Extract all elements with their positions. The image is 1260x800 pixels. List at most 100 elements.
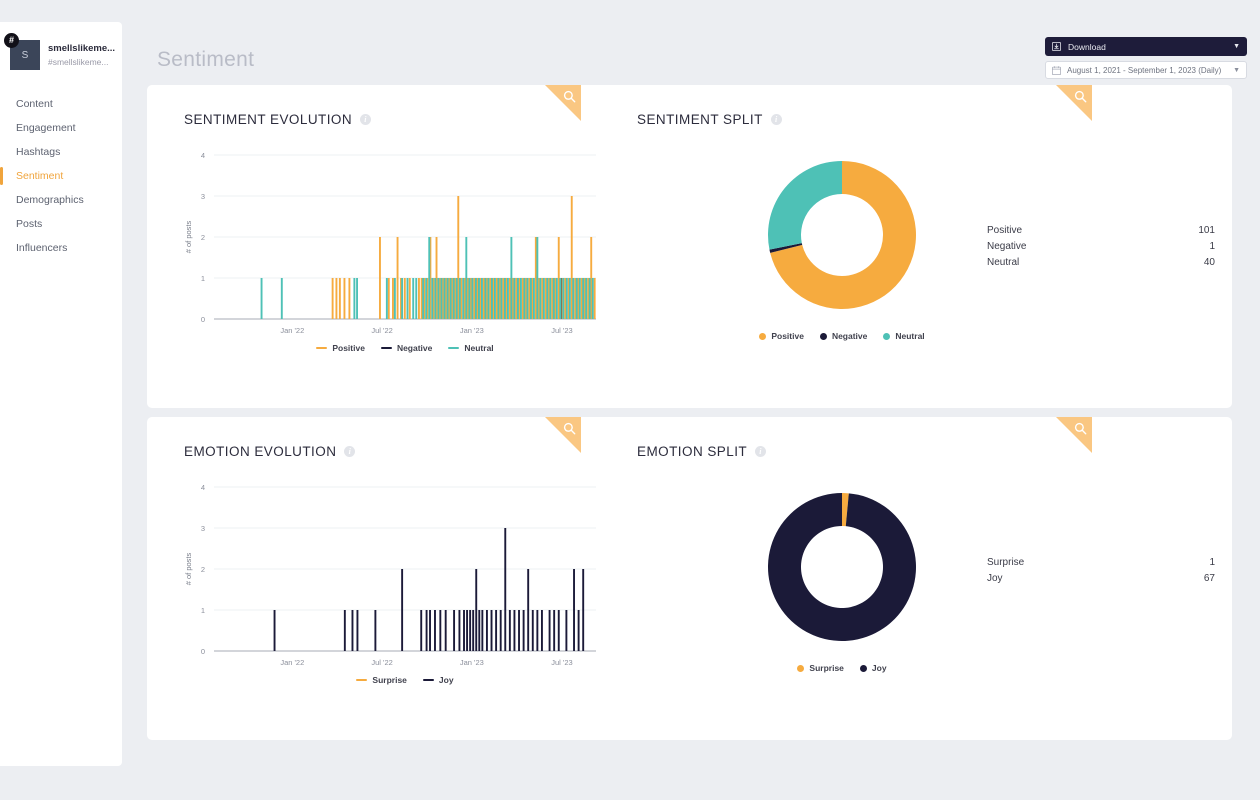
bar (526, 278, 529, 319)
chart-legend: Positive Negative Neutral (214, 343, 596, 353)
sidebar-item-engagement[interactable]: Engagement (0, 116, 122, 140)
search-icon[interactable] (1074, 422, 1087, 440)
chevron-down-icon[interactable]: ▼ (1233, 43, 1240, 50)
legend-item[interactable]: Joy (422, 675, 454, 685)
sidebar-item-demographics[interactable]: Demographics (0, 188, 122, 212)
y-axis-label: # of posts (184, 220, 193, 253)
bar (510, 237, 513, 319)
legend-item[interactable]: Positive (316, 343, 365, 353)
sidebar-nav: Content Engagement Hashtags Sentiment Demogr… (0, 92, 122, 260)
bar (548, 610, 551, 651)
sentiment-evolution-zoom-ribbon[interactable] (545, 85, 581, 121)
bar (549, 278, 552, 319)
y-tick-label: 2 (201, 233, 205, 242)
bar (474, 278, 477, 319)
emotion-split-zoom-ribbon[interactable] (1056, 417, 1092, 453)
legend-label: Neutral (464, 343, 494, 353)
sentiment-evolution-chart: 0 1 2 3 4 Jan '22 Jul '22 Jan '23 Jul '23 # of po… (184, 147, 604, 377)
app-root: # S smellslikeme... #smellslikeme... Con… (0, 0, 1260, 800)
legend-item[interactable]: Negative (819, 331, 867, 341)
download-button[interactable]: Download ▼ (1045, 37, 1247, 56)
sidebar-item-hashtags[interactable]: Hashtags (0, 140, 122, 164)
donut-slice[interactable] (768, 493, 916, 641)
info-icon[interactable]: i (344, 446, 356, 457)
hashtag-badge-icon: # (4, 33, 19, 48)
bar (559, 278, 562, 319)
bar (434, 278, 437, 319)
info-icon[interactable]: i (770, 114, 782, 125)
emotion-evolution-zoom-ribbon[interactable] (545, 417, 581, 453)
sidebar-item-label: Engagement (16, 122, 76, 134)
info-icon[interactable]: i (755, 446, 767, 457)
search-icon[interactable] (1074, 90, 1087, 108)
bar (420, 610, 423, 651)
y-tick-label: 1 (201, 274, 205, 283)
sentiment-split-zoom-ribbon[interactable] (1056, 85, 1092, 121)
bar (393, 278, 396, 319)
sidebar-item-posts[interactable]: Posts (0, 212, 122, 236)
emotion-evolution-chart: 0 1 2 3 4 Jan '22 Jul '22 Jan '23 Jul '23 # of po… (184, 479, 604, 709)
date-range-picker[interactable]: August 1, 2021 - September 1, 2023 (Dail… (1045, 61, 1247, 79)
bar (374, 610, 377, 651)
chevron-down-icon[interactable]: ▼ (1233, 67, 1240, 74)
bar (536, 237, 539, 319)
bar (591, 278, 594, 319)
bar (516, 278, 519, 319)
bar (425, 278, 428, 319)
stat-label: Negative (987, 241, 1027, 252)
stat-label: Neutral (987, 257, 1020, 268)
stat-value: 1 (1209, 557, 1215, 568)
bar (472, 610, 475, 651)
legend-item[interactable]: Neutral (448, 343, 494, 353)
sidebar-item-sentiment[interactable]: Sentiment (0, 164, 122, 188)
bar (513, 278, 516, 319)
bar (481, 278, 483, 319)
bar (565, 610, 568, 651)
donut-slice[interactable] (768, 161, 842, 250)
bar (444, 610, 447, 651)
legend-swatch (819, 332, 827, 340)
bar (462, 278, 465, 319)
bar (428, 237, 431, 319)
search-icon[interactable] (563, 422, 576, 440)
bar (495, 610, 498, 651)
bar (523, 278, 526, 319)
account-summary[interactable]: # S smellslikeme... #smellslikeme... (0, 22, 122, 70)
bar (466, 610, 469, 651)
y-tick-label: 1 (201, 606, 205, 615)
sidebar-item-label: Hashtags (16, 146, 61, 158)
emotion-evolution-title: EMOTION EVOLUTION i (184, 444, 356, 459)
sidebar-item-content[interactable]: Content (0, 92, 122, 116)
legend-swatch (316, 347, 328, 349)
bar (452, 278, 455, 319)
legend-item[interactable]: Surprise (356, 675, 407, 685)
search-icon[interactable] (563, 90, 576, 108)
card-title-text: SENTIMENT EVOLUTION (184, 112, 353, 127)
y-tick-label: 2 (201, 565, 205, 574)
legend-item[interactable]: Neutral (883, 331, 925, 341)
bar (572, 278, 575, 319)
legend-item[interactable]: Joy (859, 663, 887, 673)
bar (557, 610, 560, 651)
legend-item[interactable]: Negative (380, 343, 432, 353)
bar (553, 610, 556, 651)
bar (540, 610, 543, 651)
bar (415, 278, 418, 319)
bar (434, 610, 436, 651)
bar (446, 278, 449, 319)
legend-item[interactable]: Surprise (797, 663, 844, 673)
legend-swatch (759, 332, 767, 340)
bar (485, 610, 488, 651)
bar (477, 278, 480, 319)
legend-swatch (448, 347, 460, 349)
sidebar-item-influencers[interactable]: Influencers (0, 236, 122, 260)
x-tick-label: Jan '22 (280, 326, 304, 335)
bar (555, 278, 558, 319)
bar (499, 610, 502, 651)
bar (396, 237, 399, 319)
bar (431, 278, 434, 319)
bar (348, 278, 351, 319)
info-icon[interactable]: i (360, 114, 372, 125)
legend-item[interactable]: Positive (759, 331, 804, 341)
emotion-evolution-panel: EMOTION EVOLUTION i 0 1 2 3 4 Jan '22 Jul '22 J… (147, 417, 637, 740)
